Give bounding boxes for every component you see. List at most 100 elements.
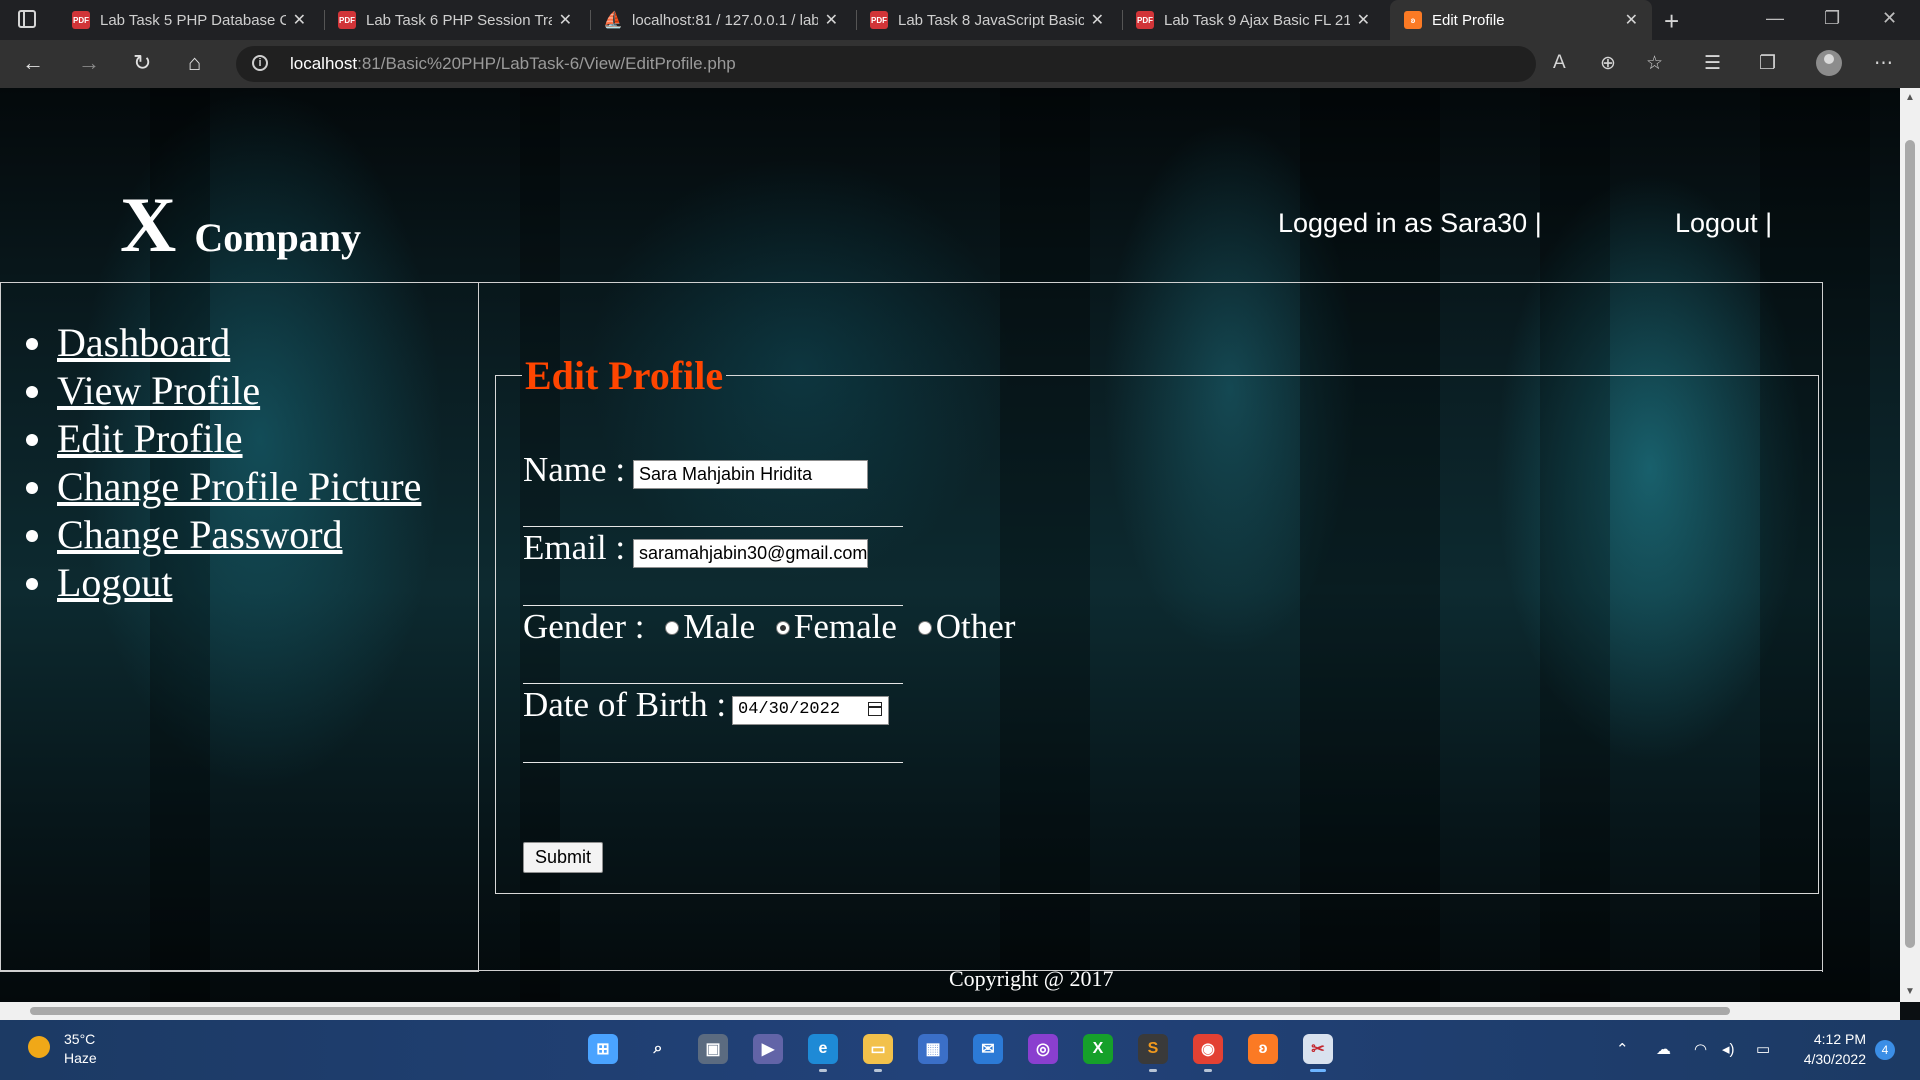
scroll-up-icon[interactable]: ▲	[1905, 92, 1915, 103]
vertical-scroll-thumb[interactable]	[1905, 140, 1915, 948]
wifi-icon[interactable]: ◠	[1694, 1040, 1707, 1058]
tab-label: Lab Task 8 JavaScript Basic S	[898, 11, 1084, 29]
scroll-down-icon[interactable]: ▼	[1905, 986, 1915, 997]
new-tab-icon[interactable]: +	[1664, 6, 1679, 37]
tab-label: Lab Task 5 PHP Database Co	[100, 11, 286, 29]
read-aloud-icon[interactable]: A	[1553, 52, 1566, 74]
browser-toolbar: ← → ↻ ⌂ i localhost:81/Basic%20PHP/LabTa…	[0, 40, 1920, 88]
store-icon[interactable]: ▦	[918, 1034, 948, 1064]
logged-in-link[interactable]: Logged in as Sara30 |	[1278, 208, 1542, 239]
pdf-icon: PDF	[338, 11, 356, 29]
zoom-icon[interactable]: ⊕	[1600, 52, 1616, 75]
xampp-icon[interactable]: ʚ	[1248, 1034, 1278, 1064]
xbox-icon[interactable]: X	[1083, 1034, 1113, 1064]
dob-field[interactable]: 04/30/2022	[732, 696, 889, 725]
sidebar-logout-link[interactable]: Logout	[57, 560, 173, 605]
vertical-scrollbar[interactable]: ▲ ▼	[1900, 88, 1920, 1002]
battery-icon[interactable]: ▭	[1756, 1040, 1770, 1058]
horizontal-scroll-thumb[interactable]	[30, 1007, 1730, 1015]
forward-icon[interactable]: →	[78, 50, 100, 76]
pdf-icon: PDF	[1136, 11, 1154, 29]
phpmyadmin-icon: ⛵	[603, 12, 623, 29]
edit-profile-link[interactable]: Edit Profile	[57, 416, 243, 461]
close-icon[interactable]: ✕	[825, 10, 838, 30]
tab-phpmyadmin[interactable]: ⛵ localhost:81 / 127.0.0.1 / lab ✕	[590, 0, 852, 40]
weather-widget[interactable]: 35°C Haze	[64, 1030, 97, 1068]
submit-button[interactable]: Submit	[523, 842, 603, 873]
sidebar-item-view-profile: View Profile	[57, 367, 421, 415]
close-icon[interactable]: ✕	[1357, 10, 1370, 30]
horizontal-scrollbar[interactable]	[0, 1002, 1900, 1020]
header-logout-link[interactable]: Logout |	[1675, 208, 1772, 239]
gender-male-radio[interactable]	[665, 620, 680, 635]
form-title: Edit Profile	[525, 353, 724, 398]
restore-icon[interactable]: ❐	[1824, 8, 1840, 29]
tab-label: Lab Task 6 PHP Session Trac	[366, 11, 552, 29]
name-field[interactable]: Sara Mahjabin Hridita	[633, 460, 868, 489]
view-profile-link[interactable]: View Profile	[57, 368, 260, 413]
home-icon[interactable]: ⌂	[188, 50, 201, 76]
close-icon[interactable]: ✕	[293, 10, 306, 30]
weather-temperature: 35°C	[64, 1031, 96, 1047]
sidebar-item-change-picture: Change Profile Picture	[57, 463, 421, 511]
volume-icon[interactable]: ◂)	[1722, 1040, 1735, 1058]
sidebar-item-change-password: Change Password	[57, 511, 421, 559]
calendar-icon[interactable]	[868, 702, 882, 716]
back-icon[interactable]: ←	[22, 50, 44, 76]
onedrive-icon[interactable]: ☁	[1656, 1040, 1671, 1058]
mail-icon[interactable]: ✉	[973, 1034, 1003, 1064]
sidebar-menu: Dashboard View Profile Edit Profile Chan…	[57, 319, 421, 607]
tab-label: localhost:81 / 127.0.0.1 / lab	[632, 11, 818, 29]
refresh-icon[interactable]: ↻	[133, 50, 151, 76]
gender-other-radio[interactable]	[917, 620, 932, 635]
clock-date: 4/30/2022	[1803, 1051, 1866, 1067]
tab-lab-task-5[interactable]: PDF Lab Task 5 PHP Database Co ✕	[58, 0, 320, 40]
clock[interactable]: 4:12 PM 4/30/2022	[1792, 1029, 1866, 1069]
chrome-icon[interactable]: ◉	[1193, 1034, 1223, 1072]
page-viewport: X Company Logged in as Sara30 | Logout | …	[0, 88, 1900, 1002]
favorites-icon[interactable]: ☰	[1704, 52, 1721, 75]
name-label: Name :	[523, 450, 626, 489]
window-close-icon[interactable]: ✕	[1882, 8, 1897, 29]
logo-text: Company	[194, 215, 362, 260]
favorite-add-icon[interactable]: ☆	[1646, 52, 1663, 75]
change-profile-picture-link[interactable]: Change Profile Picture	[57, 464, 421, 509]
tab-edit-profile[interactable]: ʚ Edit Profile ✕	[1390, 0, 1652, 40]
weather-sun-icon[interactable]	[28, 1036, 50, 1058]
sidebar-item-edit-profile: Edit Profile	[57, 415, 421, 463]
footer-copyright: Copyright @ 2017	[949, 966, 1114, 991]
tab-lab-task-9[interactable]: PDF Lab Task 9 Ajax Basic FL 21- ✕	[1122, 0, 1384, 40]
sidebar-item-dashboard: Dashboard	[57, 319, 421, 367]
photos-icon[interactable]: ◎	[1028, 1034, 1058, 1064]
close-icon[interactable]: ✕	[559, 10, 572, 30]
address-bar[interactable]: i localhost:81/Basic%20PHP/LabTask-6/Vie…	[236, 46, 1536, 82]
tab-lab-task-8[interactable]: PDF Lab Task 8 JavaScript Basic S ✕	[856, 0, 1118, 40]
task-view-icon[interactable]: ▣	[698, 1034, 728, 1064]
file-explorer-icon[interactable]: ▭	[863, 1034, 893, 1072]
close-icon[interactable]: ✕	[1625, 10, 1638, 30]
profile-avatar[interactable]	[1816, 50, 1842, 76]
search-icon[interactable]: ⌕	[643, 1034, 673, 1064]
url-text: localhost:81/Basic%20PHP/LabTask-6/View/…	[290, 54, 736, 74]
notification-badge[interactable]: 4	[1875, 1040, 1895, 1060]
logo-mark: X	[120, 181, 177, 268]
email-field[interactable]: saramahjabin30@gmail.com	[633, 539, 868, 568]
divider	[523, 683, 903, 684]
site-info-icon[interactable]: i	[252, 55, 268, 71]
collections-icon[interactable]: ❐	[1759, 52, 1776, 75]
dashboard-link[interactable]: Dashboard	[57, 320, 230, 365]
minimize-icon[interactable]: —	[1766, 8, 1784, 29]
gender-female-radio[interactable]	[775, 620, 790, 635]
sublime-text-icon[interactable]: S	[1138, 1034, 1168, 1072]
tab-lab-task-6[interactable]: PDF Lab Task 6 PHP Session Trac ✕	[324, 0, 586, 40]
chevron-up-icon[interactable]: ⌃	[1616, 1040, 1629, 1058]
change-password-link[interactable]: Change Password	[57, 512, 343, 557]
more-icon[interactable]: ⋯	[1874, 52, 1893, 75]
tab-actions-icon[interactable]	[18, 10, 36, 28]
start-icon[interactable]: ⊞	[588, 1034, 618, 1064]
snipping-tool-icon[interactable]: ✂	[1303, 1034, 1333, 1072]
close-icon[interactable]: ✕	[1091, 10, 1104, 30]
edge-icon[interactable]: e	[808, 1034, 838, 1072]
gender-male-label: Male	[683, 607, 756, 646]
chat-icon[interactable]: ▶	[753, 1034, 783, 1064]
